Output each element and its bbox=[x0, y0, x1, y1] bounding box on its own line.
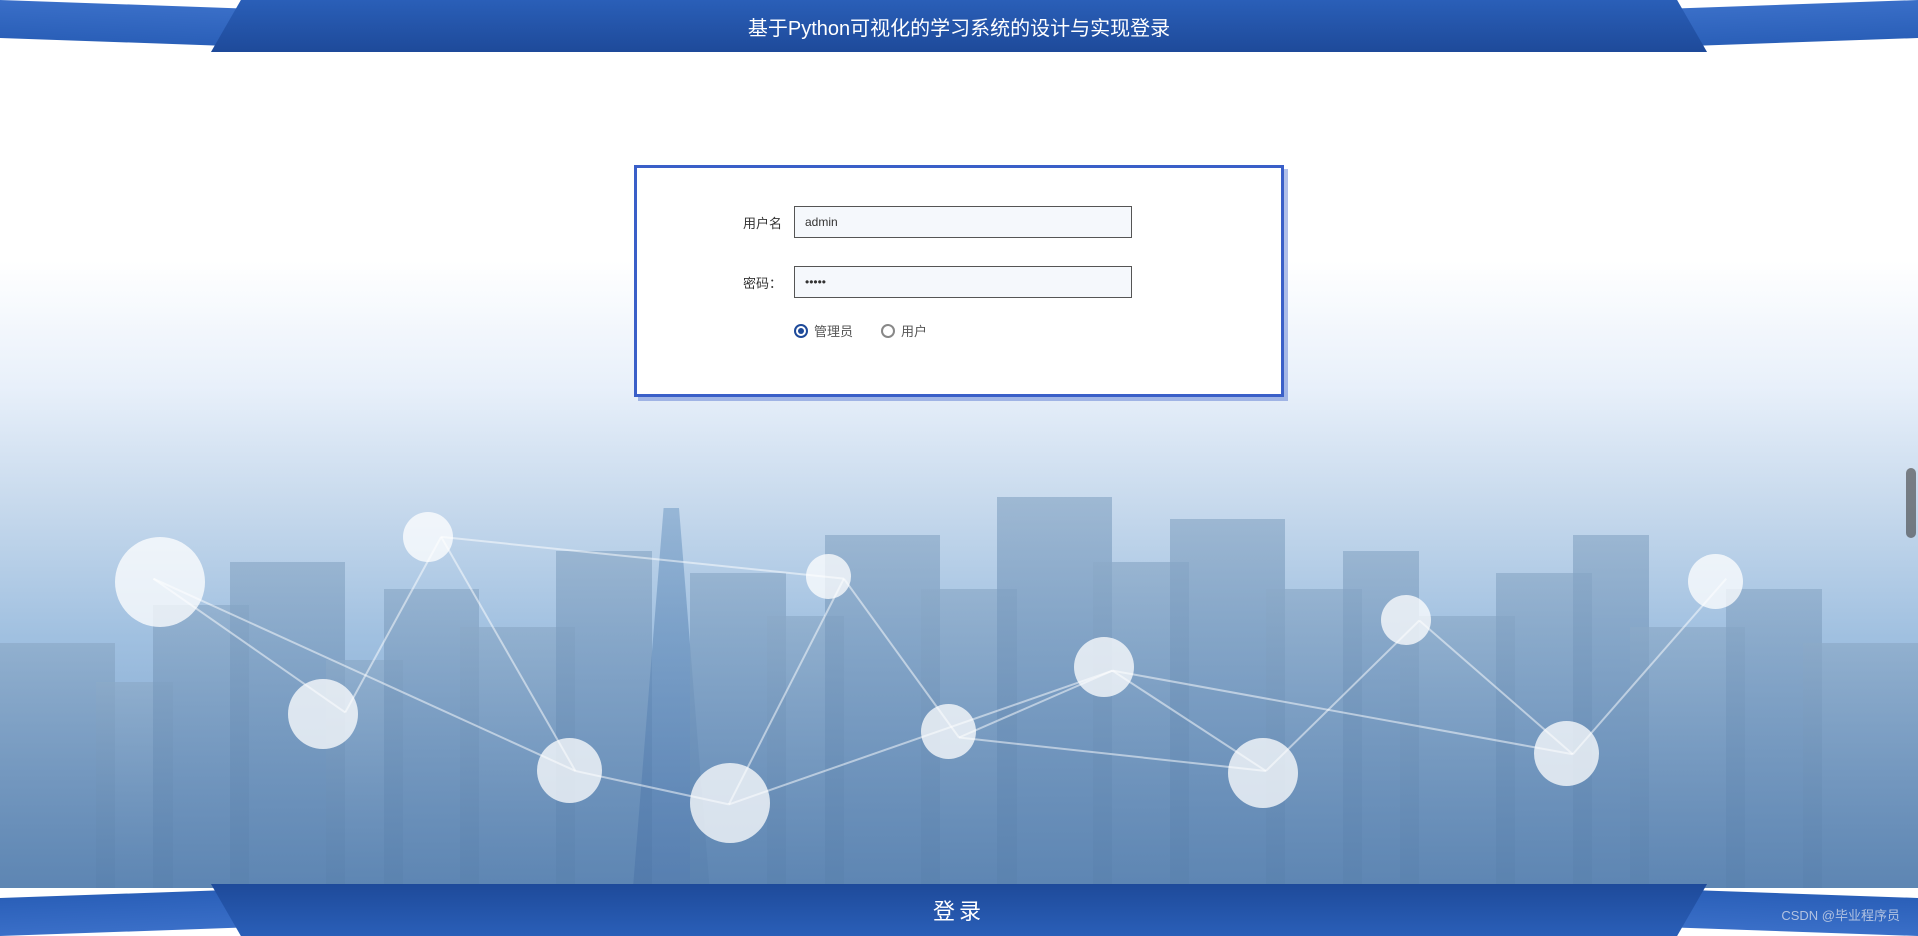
password-label: 密码： bbox=[697, 273, 782, 292]
role-radio-group: 管理员 用户 bbox=[697, 321, 1221, 340]
footer-banner: 登录 bbox=[0, 884, 1918, 936]
network-node bbox=[806, 554, 851, 599]
page-title: 基于Python可视化的学习系统的设计与实现登录 bbox=[211, 0, 1707, 52]
password-row: 密码： bbox=[697, 266, 1221, 298]
network-node bbox=[690, 763, 770, 843]
username-label: 用户名 bbox=[697, 213, 782, 232]
network-node bbox=[921, 704, 976, 759]
network-node bbox=[1534, 721, 1599, 786]
network-node bbox=[537, 738, 602, 803]
role-admin-label: 管理员 bbox=[814, 321, 853, 340]
network-node bbox=[115, 537, 205, 627]
network-node bbox=[1381, 595, 1431, 645]
city-skyline bbox=[0, 345, 1918, 888]
network-node bbox=[403, 512, 453, 562]
network-node bbox=[1688, 554, 1743, 609]
login-panel: 用户名 密码： 管理员 用户 bbox=[634, 165, 1284, 397]
role-admin-radio[interactable]: 管理员 bbox=[794, 321, 853, 340]
password-input[interactable] bbox=[794, 266, 1132, 298]
radio-unchecked-icon bbox=[881, 324, 895, 338]
network-node bbox=[1228, 738, 1298, 808]
header-banner: 基于Python可视化的学习系统的设计与实现登录 bbox=[0, 0, 1918, 52]
role-user-radio[interactable]: 用户 bbox=[881, 321, 927, 340]
header-wing-left bbox=[0, 0, 249, 47]
login-button[interactable]: 登录 bbox=[211, 884, 1707, 936]
header-wing-right bbox=[1669, 0, 1918, 47]
username-input[interactable] bbox=[794, 206, 1132, 238]
watermark: CSDN @毕业程序员 bbox=[1781, 905, 1900, 924]
scroll-indicator[interactable] bbox=[1906, 468, 1916, 538]
username-row: 用户名 bbox=[697, 206, 1221, 238]
radio-checked-icon bbox=[794, 324, 808, 338]
network-node bbox=[288, 679, 358, 749]
role-user-label: 用户 bbox=[901, 321, 927, 340]
footer-wing-left bbox=[0, 889, 249, 936]
network-node bbox=[1074, 637, 1134, 697]
